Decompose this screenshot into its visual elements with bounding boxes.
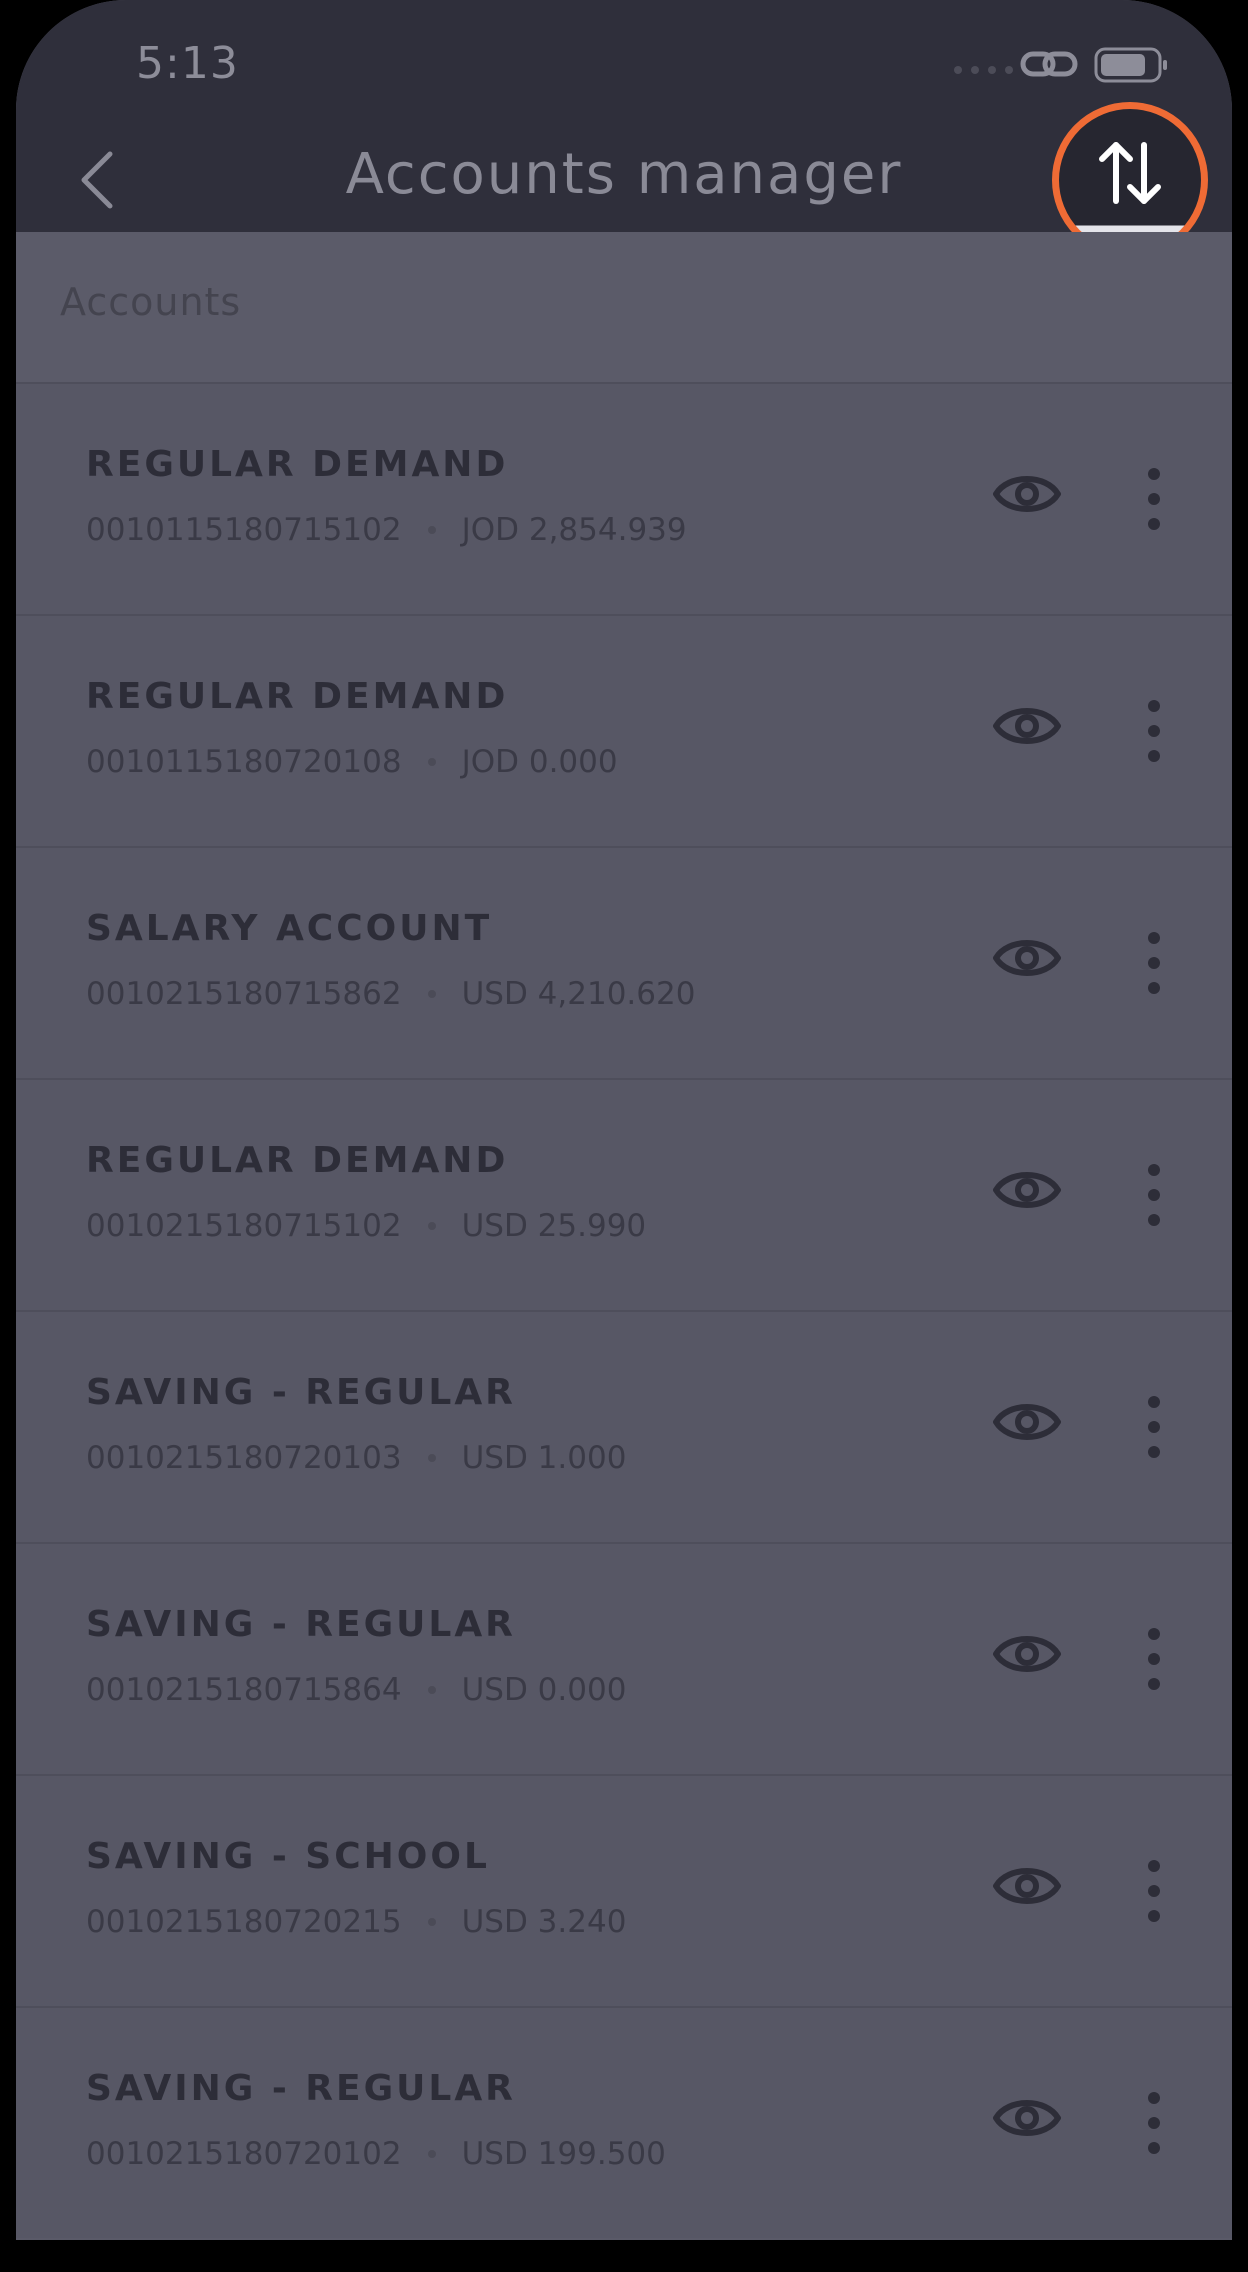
eye-icon[interactable] [992, 1860, 1062, 1912]
account-row[interactable]: REGULAR DEMAND 0010115180720108 JOD 0.00… [16, 614, 1232, 846]
account-number: 0010215180720215 [86, 1904, 402, 1940]
more-vertical-icon[interactable] [1146, 1162, 1162, 1228]
accounts-section-header: Accounts [16, 232, 1232, 382]
account-balance: USD 1.000 [461, 1440, 627, 1476]
account-row[interactable]: SAVING - REGULAR 0010215180715864 USD 0.… [16, 1542, 1232, 1774]
account-name: SAVING - REGULAR [86, 1372, 516, 1413]
more-vertical-icon[interactable] [1146, 2090, 1162, 2156]
status-time: 5:13 [136, 38, 239, 89]
account-number: 0010115180715102 [86, 512, 402, 548]
more-vertical-icon[interactable] [1146, 1626, 1162, 1692]
eye-icon[interactable] [992, 932, 1062, 984]
more-vertical-icon[interactable] [1146, 1858, 1162, 1924]
accounts-list: REGULAR DEMAND 0010115180715102 JOD 2,85… [16, 382, 1232, 2238]
top-bar: 5:13 Accounts manager [16, 0, 1232, 258]
account-balance: JOD 0.000 [461, 744, 618, 780]
separator-dot [427, 1918, 436, 1926]
account-number: 0010115180720108 [86, 744, 402, 780]
account-row[interactable]: SAVING - REGULAR 0010215180720102 USD 19… [16, 2006, 1232, 2238]
account-number: 0010215180715102 [86, 1208, 402, 1244]
account-details: 0010215180720215 USD 3.240 [86, 1904, 626, 1940]
more-vertical-icon[interactable] [1146, 930, 1162, 996]
account-details: 0010215180720103 USD 1.000 [86, 1440, 626, 1476]
account-row[interactable]: REGULAR DEMAND 0010215180715102 USD 25.9… [16, 1078, 1232, 1310]
account-number: 0010215180715862 [86, 976, 402, 1012]
sort-arrows-icon [1099, 142, 1161, 204]
account-name: SALARY ACCOUNT [86, 908, 493, 949]
eye-icon[interactable] [992, 1628, 1062, 1680]
account-balance: USD 3.240 [461, 1904, 627, 1940]
account-row[interactable]: SAVING - SCHOOL 0010215180720215 USD 3.2… [16, 1774, 1232, 2006]
battery-icon [1094, 47, 1167, 83]
account-details: 0010115180715102 JOD 2,854.939 [86, 512, 687, 548]
account-balance: USD 4,210.620 [461, 976, 696, 1012]
account-row[interactable]: REGULAR DEMAND 0010115180715102 JOD 2,85… [16, 382, 1232, 614]
more-vertical-icon[interactable] [1146, 466, 1162, 532]
account-details: 0010215180715864 USD 0.000 [86, 1672, 626, 1708]
separator-dot [427, 758, 436, 766]
account-balance: USD 25.990 [461, 1208, 647, 1244]
eye-icon[interactable] [992, 700, 1062, 752]
section-title: Accounts [60, 280, 242, 324]
account-name: REGULAR DEMAND [86, 1140, 509, 1181]
eye-icon[interactable] [992, 2092, 1062, 2144]
account-row[interactable]: SALARY ACCOUNT 0010215180715862 USD 4,21… [16, 846, 1232, 1078]
account-details: 0010215180715862 USD 4,210.620 [86, 976, 695, 1012]
separator-dot [427, 2150, 436, 2158]
account-name: SAVING - REGULAR [86, 2068, 516, 2109]
account-name: SAVING - REGULAR [86, 1604, 516, 1645]
signal-icon [954, 60, 1024, 80]
link-icon [1020, 51, 1078, 77]
eye-icon[interactable] [992, 468, 1062, 520]
separator-dot [427, 990, 436, 998]
eye-icon[interactable] [992, 1164, 1062, 1216]
account-name: REGULAR DEMAND [86, 444, 509, 485]
separator-dot [427, 1454, 436, 1462]
account-balance: JOD 2,854.939 [461, 512, 687, 548]
separator-dot [427, 526, 436, 534]
phone-screen: 5:13 Accounts manager Accounts REGULAR D… [16, 0, 1232, 2240]
account-details: 0010115180720108 JOD 0.000 [86, 744, 618, 780]
page-title: Accounts manager [345, 142, 903, 207]
separator-dot [427, 1686, 436, 1694]
account-name: SAVING - SCHOOL [86, 1836, 490, 1877]
more-vertical-icon[interactable] [1146, 1394, 1162, 1460]
more-vertical-icon[interactable] [1146, 698, 1162, 764]
account-number: 0010215180715864 [86, 1672, 402, 1708]
account-balance: USD 199.500 [461, 2136, 666, 2172]
account-details: 0010215180720102 USD 199.500 [86, 2136, 666, 2172]
eye-icon[interactable] [992, 1396, 1062, 1448]
account-balance: USD 0.000 [461, 1672, 627, 1708]
account-name: REGULAR DEMAND [86, 676, 509, 717]
account-row[interactable]: SAVING - REGULAR 0010215180720103 USD 1.… [16, 1310, 1232, 1542]
account-number: 0010215180720102 [86, 2136, 402, 2172]
account-details: 0010215180715102 USD 25.990 [86, 1208, 646, 1244]
account-number: 0010215180720103 [86, 1440, 402, 1476]
separator-dot [427, 1222, 436, 1230]
